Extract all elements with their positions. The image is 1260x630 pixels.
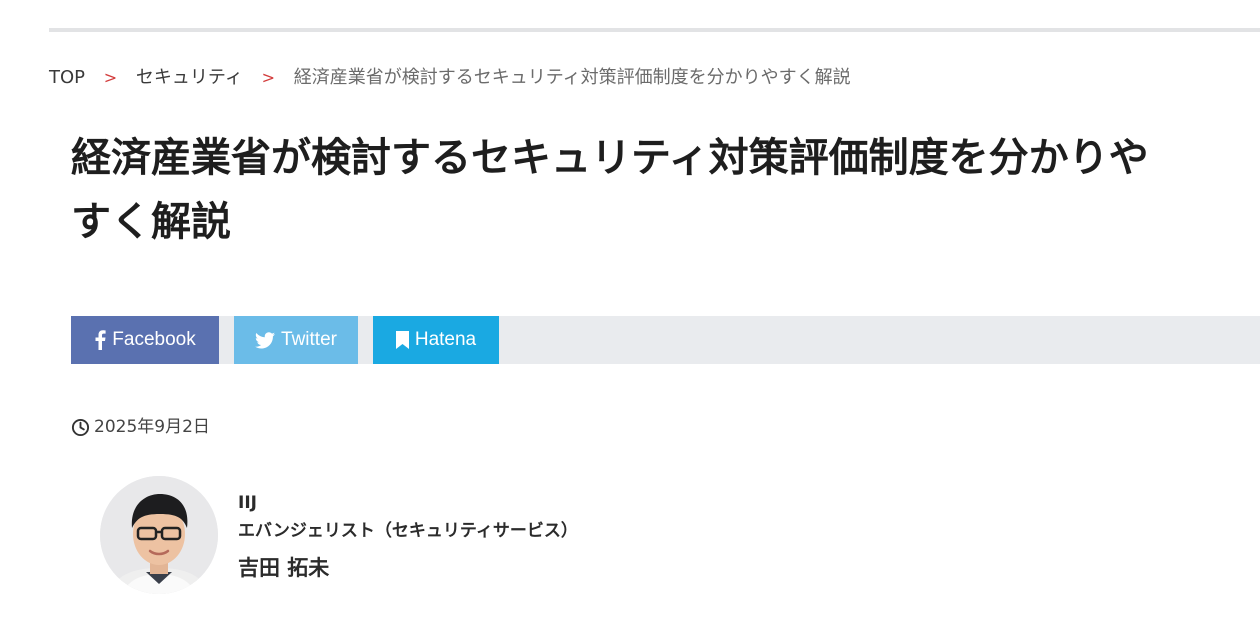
author-avatar xyxy=(100,476,218,594)
twitter-share-button[interactable]: Twitter xyxy=(234,316,358,364)
breadcrumb: TOP > セキュリティ > 経済産業省が検討するセキュリティ対策評価制度を分か… xyxy=(49,66,851,90)
hatena-bookmark-button[interactable]: Hatena xyxy=(373,316,499,364)
author-name: 吉田 拓未 xyxy=(238,556,330,580)
share-bar: Facebook Twitter Hatena xyxy=(71,316,1260,364)
facebook-icon xyxy=(94,330,106,350)
publish-date-text: 2025年9月2日 xyxy=(94,417,210,437)
facebook-share-button[interactable]: Facebook xyxy=(71,316,219,364)
bookmark-icon xyxy=(395,331,409,349)
twitter-bird-icon xyxy=(255,331,276,349)
header-divider xyxy=(49,28,1260,32)
twitter-share-label: Twitter xyxy=(281,329,337,350)
hatena-bookmark-label: Hatena xyxy=(414,329,477,350)
breadcrumb-top-link[interactable]: TOP xyxy=(49,67,85,88)
author-role: エバンジェリスト（セキュリティサービス） xyxy=(238,521,578,541)
breadcrumb-category-link[interactable]: セキュリティ xyxy=(136,67,243,88)
breadcrumb-separator: > xyxy=(261,68,275,87)
article-title-line-1: 経済産業省が検討するセキュリティ対策評価制度を分かりや xyxy=(71,135,1149,181)
breadcrumb-current: 経済産業省が検討するセキュリティ対策評価制度を分かりやすく解説 xyxy=(293,67,851,88)
author-info: IIJ エバンジェリスト（セキュリティサービス） 吉田 拓未 xyxy=(238,490,578,586)
clock-icon xyxy=(71,418,90,437)
article-title: 経済産業省が検討するセキュリティ対策評価制度を分かりや すく解説 xyxy=(71,126,1260,254)
author-organization: IIJ xyxy=(238,493,257,513)
facebook-share-label: Facebook xyxy=(112,329,196,350)
article-title-line-2: すく解説 xyxy=(71,199,231,245)
viewport-bottom xyxy=(0,606,1260,630)
publish-date: 2025年9月2日 xyxy=(71,415,210,439)
breadcrumb-separator: > xyxy=(103,68,118,87)
